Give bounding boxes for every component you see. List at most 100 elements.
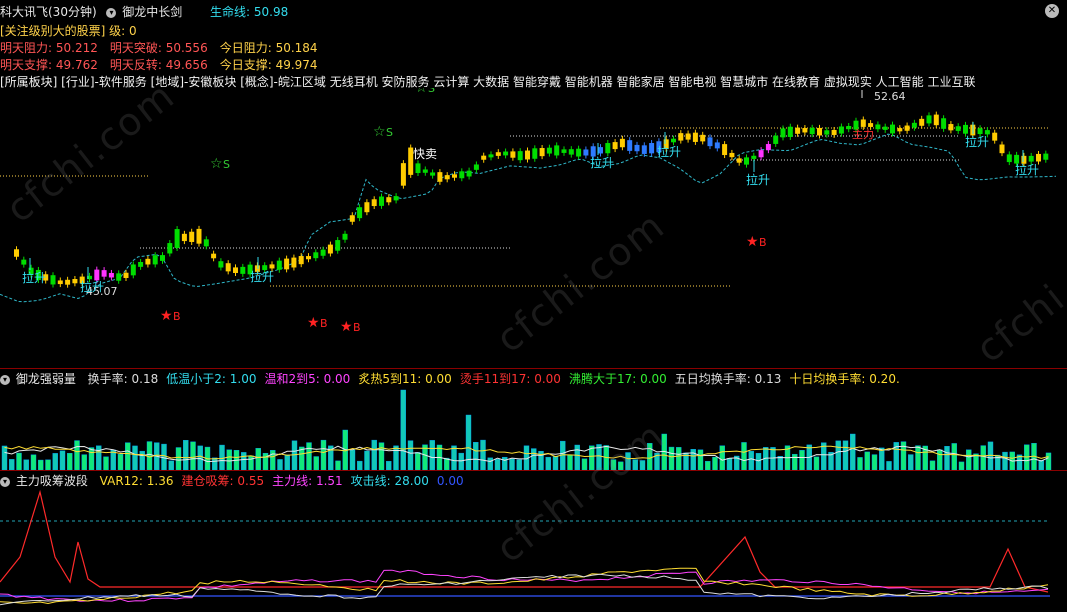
- candle: [860, 119, 866, 127]
- buy-star-icon: ★: [746, 234, 759, 250]
- turnover-bar: [726, 458, 733, 470]
- lifeline-readout: 生命线: 50.98: [210, 3, 288, 20]
- turnover-bar: [349, 449, 356, 470]
- white-line: [0, 573, 1049, 606]
- turnover-bar: [842, 440, 849, 470]
- candle: [926, 115, 932, 124]
- indicator-menu-icon[interactable]: ▾: [106, 7, 117, 18]
- level-item-0: 明天阻力: 50.212: [0, 41, 98, 55]
- turnover-bar: [1038, 460, 1044, 470]
- candle: [430, 172, 436, 176]
- stock-title[interactable]: 科大讯飞(30分钟): [0, 5, 97, 19]
- candle: [619, 138, 625, 148]
- turnover-volume-chart[interactable]: [0, 385, 1067, 470]
- window-header: 科大讯飞(30分钟) ▾ 御龙中长剑: [0, 3, 182, 19]
- candle: [240, 266, 246, 274]
- rise-label: 拉升: [250, 269, 274, 284]
- candle: [364, 202, 370, 213]
- candle: [94, 269, 100, 281]
- turnover-bar: [400, 389, 406, 470]
- indicator-name[interactable]: 御龙中长剑: [122, 5, 182, 19]
- osc-stat-3: 攻击线: 28.00: [350, 474, 429, 488]
- turnover-bar: [146, 441, 153, 470]
- turnover-bar: [1002, 451, 1008, 470]
- volume-stat-1: 低温小于2: 1.00: [166, 372, 257, 386]
- turnover-bar: [473, 442, 479, 470]
- turnover-bar: [886, 461, 892, 470]
- close-icon[interactable]: ✕: [1045, 4, 1059, 18]
- osc-stat-0: VAR12: 1.36: [99, 474, 174, 488]
- turnover-bar: [386, 461, 392, 470]
- buy-signal-label: B: [353, 321, 361, 334]
- level-item-1: 明天突破: 50.556: [109, 41, 208, 55]
- osc-title[interactable]: 主力吸筹波段: [16, 474, 88, 488]
- volume-stat-2: 温和2到5: 0.00: [264, 372, 351, 386]
- candle: [605, 143, 611, 154]
- rise-label: 拉升: [22, 270, 46, 285]
- volume-stat-3: 炙热5到11: 0.00: [358, 372, 452, 386]
- candle: [576, 148, 582, 157]
- volume-stat-4: 烫手11到17: 0.00: [459, 372, 561, 386]
- candle: [707, 137, 713, 147]
- volume-stat-7: 十日均换手率: 0.20.: [789, 372, 900, 386]
- turnover-bar: [451, 445, 457, 470]
- candle: [14, 249, 19, 257]
- turnover-bar: [966, 449, 972, 470]
- candle: [751, 155, 757, 159]
- candle: [627, 140, 633, 151]
- candle: [116, 273, 122, 281]
- lifeline-value: 50.98: [253, 5, 289, 19]
- levels-row-2: 明天支撑: 49.762 明天反转: 49.656 今日支撑: 49.974: [0, 56, 330, 73]
- candle: [911, 122, 917, 128]
- candle: [167, 243, 173, 254]
- candle: [306, 256, 311, 260]
- buy-star-icon: ★: [307, 315, 320, 331]
- candle: [437, 172, 443, 182]
- candle: [700, 134, 706, 142]
- candle: [692, 132, 698, 142]
- buy-signal-label: B: [173, 310, 181, 323]
- turnover-bar: [516, 459, 522, 470]
- turnover-bar: [705, 461, 711, 470]
- candle: [736, 158, 742, 163]
- high-price-label: 52.64: [874, 90, 906, 103]
- candle: [517, 151, 523, 161]
- levels-row-1: 明天阻力: 50.212 明天突破: 50.556 今日阻力: 50.184: [0, 39, 330, 56]
- turnover-bar: [429, 440, 435, 470]
- candle: [233, 267, 238, 273]
- candle: [933, 114, 939, 126]
- candle: [386, 197, 392, 203]
- buy-star-icon: ★: [340, 319, 353, 335]
- turnover-bar: [792, 453, 798, 470]
- candle: [123, 272, 129, 278]
- candle: [65, 279, 71, 285]
- candle: [963, 124, 968, 134]
- candle: [678, 133, 684, 141]
- candle: [846, 125, 852, 130]
- buy-star-icon: ★: [160, 308, 173, 324]
- turnover-bar: [944, 446, 950, 470]
- candle: [21, 259, 27, 265]
- turnover-bar: [81, 454, 87, 470]
- candle: [349, 215, 355, 222]
- turnover-bar: [458, 452, 464, 470]
- buy-signal-label: B: [320, 317, 328, 330]
- turnover-bar: [748, 450, 754, 470]
- turnover-bar: [712, 456, 718, 470]
- turnover-bar: [509, 458, 515, 470]
- candle: [1028, 155, 1034, 162]
- turnover-bar: [262, 452, 269, 470]
- candle: [138, 261, 144, 267]
- candle: [196, 228, 202, 244]
- turnover-bar: [857, 457, 863, 470]
- volume-title[interactable]: 御龙强弱量: [16, 372, 76, 386]
- volume-menu-icon[interactable]: ▾: [0, 374, 10, 385]
- sell-star-icon: ☆: [210, 156, 223, 172]
- candle: [590, 146, 596, 157]
- volume-stat-5: 沸腾大于17: 0.00: [568, 372, 667, 386]
- candle: [189, 231, 195, 242]
- candle: [1043, 153, 1049, 160]
- turnover-bar: [219, 444, 225, 470]
- turnover-bar: [9, 459, 15, 470]
- osc-menu-icon[interactable]: ▾: [0, 476, 10, 487]
